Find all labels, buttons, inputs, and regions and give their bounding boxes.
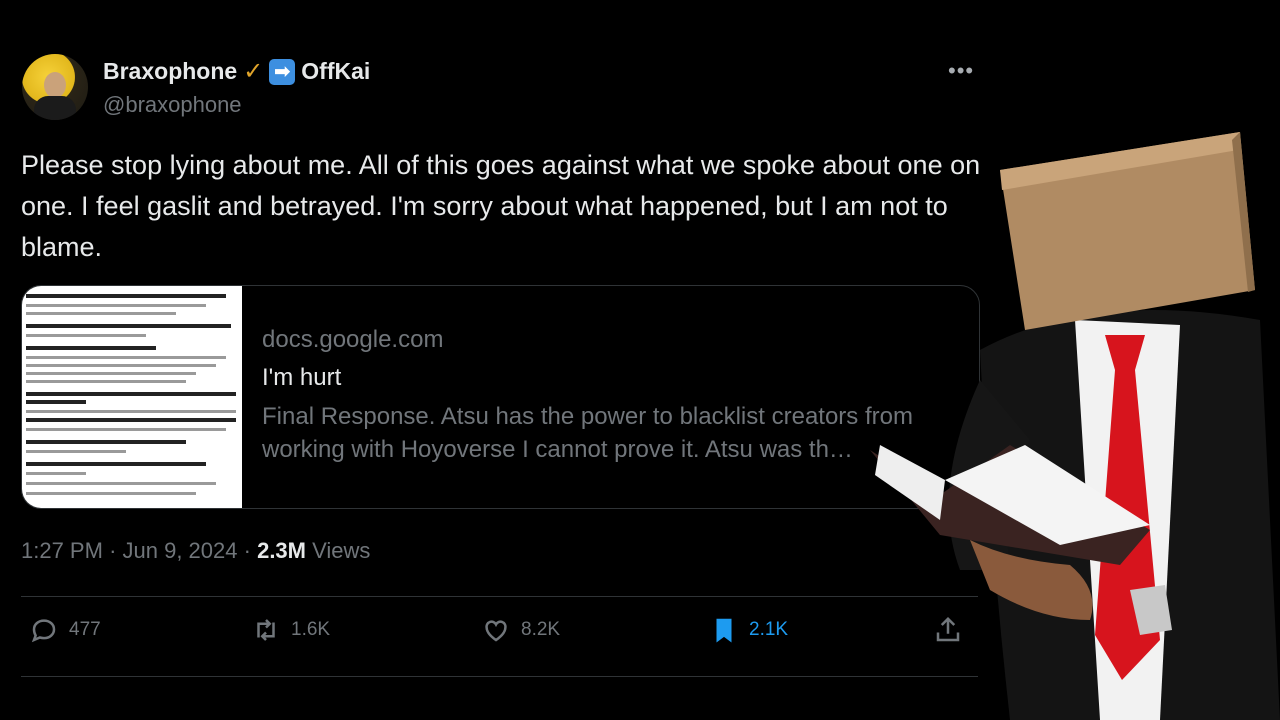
verified-check-icon: ✓ <box>243 57 264 85</box>
repost-count: 1.6K <box>291 619 331 640</box>
arrow-right-icon: ➡ <box>269 58 296 85</box>
box-head-man-illustration <box>870 132 1280 720</box>
reply-icon <box>31 619 56 643</box>
avatar[interactable] <box>22 54 88 120</box>
avatar-body <box>34 96 76 120</box>
link-card-title: I'm hurt <box>262 364 342 391</box>
bookmark-icon <box>716 618 732 643</box>
meta-separator: · <box>109 538 117 563</box>
link-card[interactable]: docs.google.com I'm hurt Final Response.… <box>21 285 980 509</box>
link-card-description: Final Response. Atsu has the power to bl… <box>262 403 913 463</box>
tweet-text: Please stop lying about me. All of this … <box>21 150 981 262</box>
action-bar: 477 1.6K 8.2K 2.1K <box>21 615 978 659</box>
repost-button[interactable]: 1.6K <box>251 615 330 645</box>
avatar-face <box>44 72 66 98</box>
author-name[interactable]: Braxophone <box>103 58 237 85</box>
author-name-row: Braxophone ✓ ➡ OffKai <box>103 58 370 85</box>
bookmark-button[interactable]: 2.1K <box>709 615 788 645</box>
link-card-thumbnail <box>22 286 242 508</box>
link-card-text: docs.google.com I'm hurt Final Response.… <box>262 326 962 466</box>
like-count: 8.2K <box>521 619 561 640</box>
author-affiliate[interactable]: OffKai <box>301 58 370 85</box>
author-handle[interactable]: @braxophone <box>103 92 242 118</box>
divider <box>21 596 978 597</box>
meta-separator: · <box>243 538 251 563</box>
views-count: 2.3M <box>257 538 306 563</box>
more-icon[interactable]: ••• <box>948 58 974 84</box>
like-icon <box>485 620 507 642</box>
tweet-date[interactable]: Jun 9, 2024 <box>123 538 238 563</box>
divider <box>21 676 978 677</box>
views-label: Views <box>312 538 371 563</box>
reply-count: 477 <box>69 619 101 640</box>
bookmark-count: 2.1K <box>749 619 789 640</box>
like-button[interactable]: 8.2K <box>481 615 560 645</box>
reply-button[interactable]: 477 <box>29 615 101 645</box>
tweet-time[interactable]: 1:27 PM <box>21 538 103 563</box>
repost-icon <box>257 619 275 641</box>
tweet-meta: 1:27 PM · Jun 9, 2024 · 2.3M Views <box>21 538 370 564</box>
link-card-domain: docs.google.com <box>262 326 444 353</box>
